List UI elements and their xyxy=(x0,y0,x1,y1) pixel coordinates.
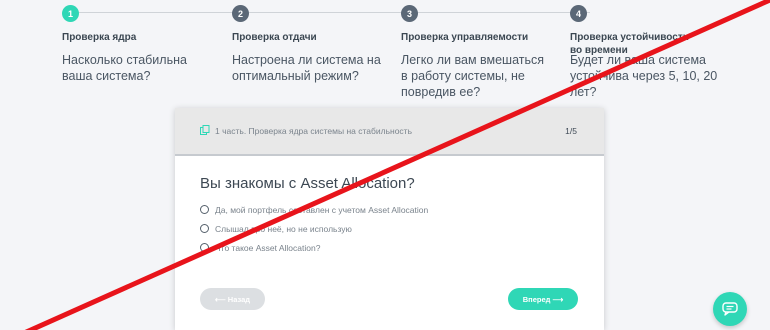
document-stack-icon xyxy=(200,125,210,135)
step-number-3: 3 xyxy=(401,5,418,22)
radio-button[interactable] xyxy=(200,224,209,233)
step-desc-4: Будет ли ваша система устойчива через 5,… xyxy=(570,53,718,99)
quiz-progress-counter: 1/5 xyxy=(565,126,577,136)
answer-label: Да, мой портфель составлен с учетом Asse… xyxy=(215,204,429,215)
answer-option-2[interactable]: Слышал про неё, но не использую xyxy=(200,219,428,238)
chat-button[interactable] xyxy=(713,292,747,326)
chat-bubble-icon xyxy=(722,302,738,316)
step-desc-1: Насколько стабильна ваша система? xyxy=(62,53,187,83)
steps-track xyxy=(70,12,590,13)
quiz-header: 1 часть. Проверка ядра системы на стабил… xyxy=(175,108,604,156)
step-desc-2: Настроена ли система на оптимальный режи… xyxy=(232,53,381,83)
step-title-3: Проверка управляемости xyxy=(401,32,529,43)
step-title-2: Проверка отдачи xyxy=(232,32,317,43)
answer-list: Да, мой портфель составлен с учетом Asse… xyxy=(200,200,428,257)
radio-button[interactable] xyxy=(200,205,209,214)
step-number-2: 2 xyxy=(232,5,249,22)
answer-option-3[interactable]: Что такое Asset Allocation? xyxy=(200,238,428,257)
answer-label: Что такое Asset Allocation? xyxy=(215,242,321,253)
quiz-section-title: 1 часть. Проверка ядра системы на стабил… xyxy=(215,126,412,136)
step-number-1: 1 xyxy=(62,5,79,22)
answer-option-1[interactable]: Да, мой портфель составлен с учетом Asse… xyxy=(200,200,428,219)
step-number-4: 4 xyxy=(570,5,587,22)
radio-button[interactable] xyxy=(200,243,209,252)
quiz-question: Вы знакомы с Asset Allocation? xyxy=(200,175,415,192)
step-desc-3: Легко ли вам вмешаться в работу системы,… xyxy=(401,53,545,99)
step-title-1: Проверка ядра xyxy=(62,32,137,43)
quiz-card: 1 часть. Проверка ядра системы на стабил… xyxy=(175,108,604,330)
back-button[interactable]: ⟵ Назад xyxy=(200,288,265,310)
next-button[interactable]: Вперед ⟶ xyxy=(508,288,578,310)
answer-label: Слышал про неё, но не использую xyxy=(215,223,352,234)
